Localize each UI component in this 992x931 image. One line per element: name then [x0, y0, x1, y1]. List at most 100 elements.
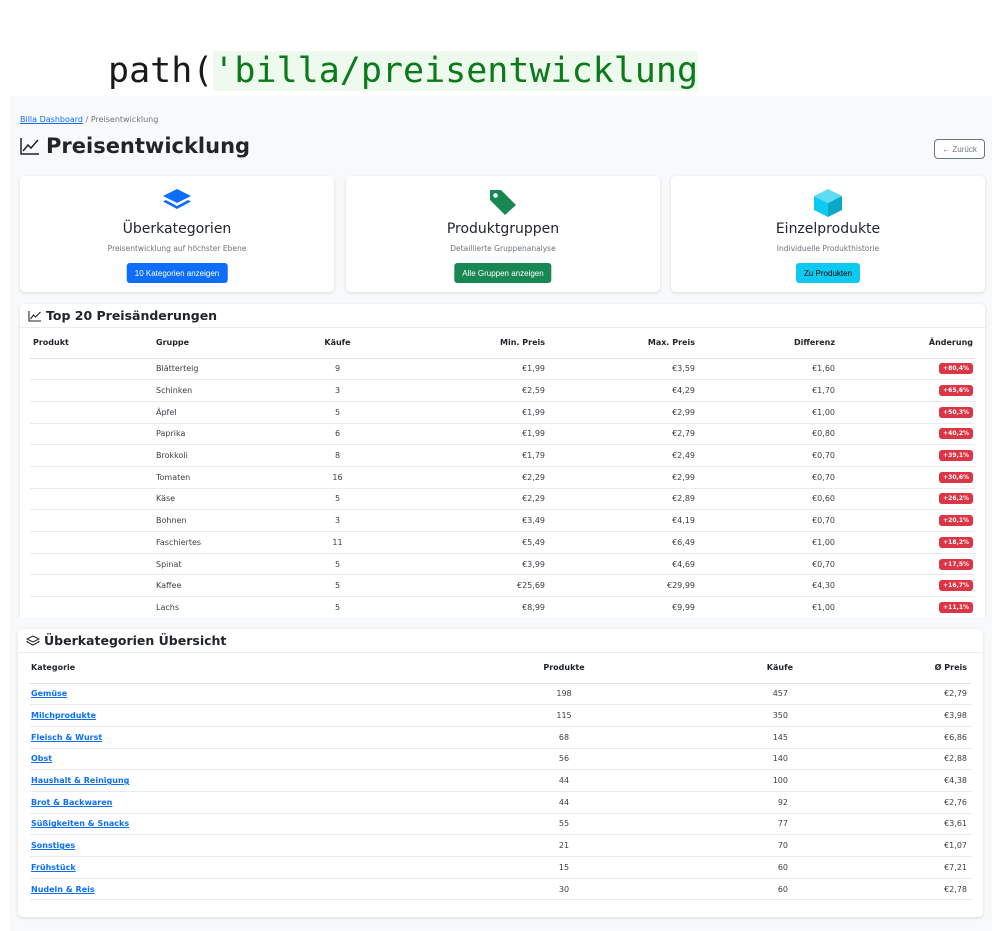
cell-kaeufe: 92 [618, 791, 858, 814]
cell-gruppe: Tomaten [150, 466, 275, 489]
category-link[interactable]: Fleisch & Wurst [31, 733, 102, 742]
cell-aenderung: +11,1% [835, 596, 975, 617]
cell-max-preis: €2,89 [545, 488, 695, 511]
category-link[interactable]: Brot & Backwaren [31, 798, 112, 807]
cell-max-preis: €2,99 [545, 401, 695, 424]
cell-produkt [30, 574, 150, 598]
table-row: Nudeln & Reis 30 60 €2,78 [30, 878, 971, 901]
cell-aenderung: +39,1% [835, 444, 975, 467]
category-link[interactable]: Frühstück [31, 863, 76, 872]
cell-max-preis: €29,99 [545, 574, 695, 598]
table-header-row: Produkt Gruppe Käufe Min. Preis Max. Pre… [30, 328, 975, 359]
cell-max-preis: €2,49 [545, 444, 695, 467]
chart-line-icon [20, 138, 39, 155]
change-badge: +20,1% [939, 515, 973, 527]
go-to-products-button[interactable]: Zu Produkten [795, 263, 861, 283]
cell-max-preis: €4,29 [545, 379, 695, 402]
cell-min-preis: €8,99 [400, 596, 545, 617]
code-path-line: path('billa/preisentwicklung [108, 48, 699, 94]
cell-produkt [30, 401, 150, 424]
overview-table: Kategorie Produkte Käufe Ø Preis Gemüse 1… [30, 653, 971, 901]
category-link[interactable]: Sonstiges [31, 841, 75, 850]
cell-gruppe: Brokkoli [150, 444, 275, 467]
cell-kaeufe: 8 [275, 444, 400, 467]
cell-produkt [30, 553, 150, 576]
cell-produkte: 115 [510, 704, 618, 727]
table-row: Haushalt & Reinigung 44 100 €4,38 [30, 769, 971, 792]
cell-differenz: €1,00 [695, 401, 835, 424]
table-row: Frühstück 15 60 €7,21 [30, 856, 971, 879]
cell-preis: €4,38 [858, 769, 971, 792]
col-header-kaeufe: Käufe [618, 653, 858, 684]
cell-kaeufe: 100 [618, 769, 858, 792]
category-link[interactable]: Obst [31, 754, 52, 763]
card-einzelprodukte-title: Einzelprodukte [775, 221, 881, 237]
dashboard-page-lower: Überkategorien Übersicht Kategorie Produ… [10, 617, 992, 931]
cell-gruppe: Paprika [150, 423, 275, 446]
card-einzelprodukte-subtitle: Individuelle Produkthistorie [776, 244, 880, 253]
cell-min-preis: €2,59 [400, 379, 545, 402]
cell-kaeufe: 16 [275, 466, 400, 489]
change-badge: +40,2% [939, 428, 973, 440]
back-button[interactable]: ← Zurück [934, 139, 985, 159]
cell-kaeufe: 5 [275, 553, 400, 576]
cell-kategorie: Süßigkeiten & Snacks [30, 813, 510, 836]
cell-min-preis: €1,99 [400, 358, 545, 381]
col-header-differenz: Differenz [695, 328, 835, 359]
card-produktgruppen-title: Produktgruppen [446, 221, 560, 237]
cell-produkte: 68 [510, 726, 618, 749]
cell-kategorie: Frühstück [30, 856, 510, 879]
cell-kaeufe: 145 [618, 726, 858, 749]
cell-produkte: 21 [510, 834, 618, 857]
category-link[interactable]: Süßigkeiten & Snacks [31, 819, 129, 828]
breadcrumb-separator: / [85, 115, 89, 124]
show-groups-button[interactable]: Alle Gruppen anzeigen [454, 263, 552, 283]
cell-kategorie: Brot & Backwaren [30, 791, 510, 814]
cell-kategorie: Sonstiges [30, 834, 510, 857]
cell-min-preis: €2,29 [400, 466, 545, 489]
top-changes-table: Produkt Gruppe Käufe Min. Preis Max. Pre… [30, 328, 975, 617]
category-link[interactable]: Gemüse [31, 689, 67, 698]
cell-aenderung: +30,6% [835, 466, 975, 489]
cell-max-preis: €3,59 [545, 358, 695, 381]
cell-preis: €7,21 [858, 856, 971, 879]
dashboard-page: Billa Dashboard / Preisentwicklung Preis… [10, 96, 992, 617]
cell-kaeufe: 3 [275, 379, 400, 402]
code-path-route: 'billa/preisentwicklung [213, 51, 699, 91]
cell-produkte: 44 [510, 791, 618, 814]
cell-differenz: €0,70 [695, 553, 835, 576]
breadcrumb-home-link[interactable]: Billa Dashboard [20, 115, 83, 124]
cell-kaeufe: 70 [618, 834, 858, 857]
overview-title: Überkategorien Übersicht [44, 633, 227, 648]
change-badge: +26,2% [939, 493, 973, 505]
top-changes-panel: Top 20 Preisänderungen Produkt Gruppe Kä… [20, 304, 985, 617]
cell-min-preis: €5,49 [400, 531, 545, 554]
cell-produkt [30, 379, 150, 402]
cell-produkt [30, 466, 150, 489]
cell-differenz: €1,00 [695, 596, 835, 617]
code-path-prefix: path( [108, 51, 214, 91]
change-badge: +11,1% [939, 601, 973, 613]
cell-produkt [30, 509, 150, 532]
table-row: Brokkoli 8 €1,79 €2,49 €0,70 +39,1% [30, 444, 975, 467]
cell-gruppe: Spinat [150, 553, 275, 576]
breadcrumb-current: Preisentwicklung [90, 115, 159, 124]
category-link[interactable]: Milchprodukte [31, 711, 96, 720]
top-changes-header: Top 20 Preisänderungen [20, 304, 985, 328]
category-link[interactable]: Nudeln & Reis [31, 885, 95, 894]
table-row: Paprika 6 €1,99 €2,79 €0,80 +40,2% [30, 423, 975, 446]
cell-kaeufe: 140 [618, 748, 858, 771]
cell-aenderung: +20,1% [835, 509, 975, 532]
show-categories-button[interactable]: 10 Kategorien anzeigen [126, 263, 228, 283]
cell-min-preis: €1,99 [400, 401, 545, 424]
box-icon [814, 189, 842, 217]
table-row: Brot & Backwaren 44 92 €2,76 [30, 791, 971, 814]
change-badge: +65,6% [939, 385, 973, 397]
card-einzelprodukte: Einzelprodukte Individuelle Produkthisto… [671, 176, 985, 292]
cell-aenderung: +26,2% [835, 488, 975, 511]
cell-differenz: €0,80 [695, 423, 835, 446]
cell-produkt [30, 423, 150, 446]
category-link[interactable]: Haushalt & Reinigung [31, 776, 129, 785]
cell-gruppe: Kaffee [150, 574, 275, 598]
page-title-text: Preisentwicklung [46, 134, 251, 158]
